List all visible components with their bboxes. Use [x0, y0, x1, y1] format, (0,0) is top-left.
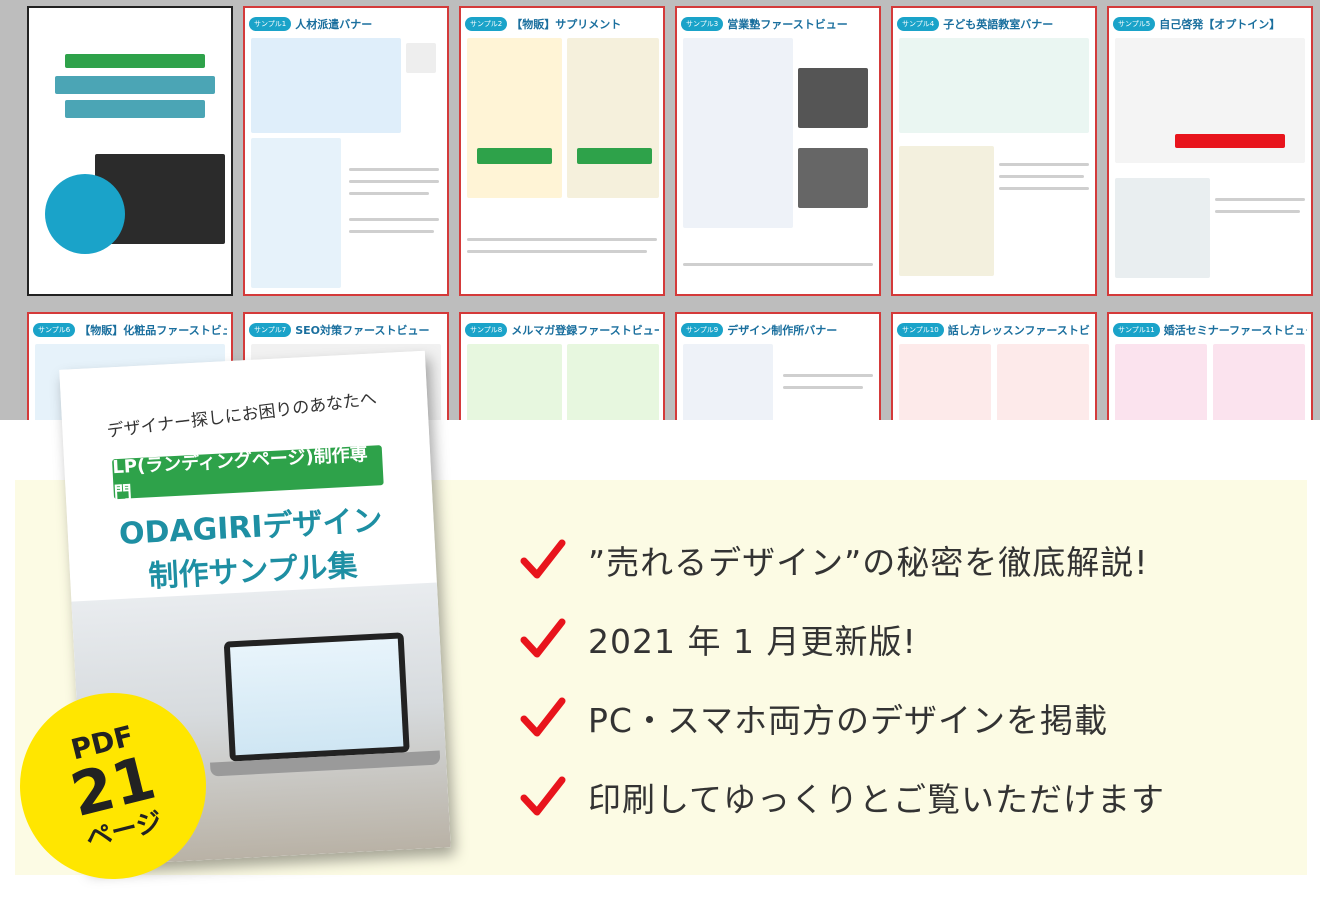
check-icon	[520, 697, 566, 736]
feature-text: 印刷してゆっくりとご覧いただけます	[588, 779, 1166, 819]
sample-title: 自己啓発【オプトイン】	[1159, 18, 1281, 31]
sample-thumbnail: サンプル1 人材派遣バナー	[243, 6, 449, 296]
feature-text: PC・スマホ両方のデザインを掲載	[588, 700, 1108, 740]
sample-title: SEO対策ファーストビュー	[295, 324, 430, 337]
sample-title: 子ども英語教室バナー	[943, 18, 1054, 31]
sample-title: メルマガ登録ファーストビュー	[511, 324, 659, 337]
sample-thumbnail: サンプル10話し方レッスンファーストビュー	[891, 312, 1097, 420]
sample-badge: サンプル8	[465, 323, 508, 337]
sample-thumbnail: サンプル2 【物販】サプリメント	[459, 6, 665, 296]
sample-badge: サンプル10	[897, 323, 944, 337]
sample-thumbnail: サンプル3 営業塾ファーストビュー	[675, 6, 881, 296]
sample-badge: サンプル6	[33, 323, 76, 337]
check-icon	[520, 618, 566, 657]
sample-pages-strip: サンプル1 人材派遣バナー サンプル2 【物販】サプリメント サンプル3 営業塾ファー…	[0, 0, 1320, 420]
sample-title: 【物販】サプリメント	[511, 18, 622, 31]
sample-badge: サンプル9	[681, 323, 724, 337]
sample-thumbnail: サンプル4 子ども英語教室バナー	[891, 6, 1097, 296]
feature-text: ”売れるデザイン”の秘密を徹底解説!	[588, 542, 1149, 582]
laptop-image	[223, 632, 410, 762]
sample-title: 営業塾ファーストビュー	[727, 18, 848, 31]
sample-badge: サンプル2	[465, 17, 508, 31]
sample-title: デザイン制作所バナー	[727, 324, 838, 337]
cover-tag: LP(ランディングページ)制作専門	[112, 444, 384, 504]
sample-title: 人材派遣バナー	[295, 18, 373, 31]
feature-item: 印刷してゆっくりとご覧いただけます	[520, 757, 1300, 836]
feature-text: 2021 年 1 月更新版!	[588, 621, 917, 661]
sample-thumbnail: サンプル9 デザイン制作所バナー	[675, 312, 881, 420]
sample-title: 婚活セミナーファーストビュー	[1163, 324, 1307, 337]
sample-badge: サンプル7	[249, 323, 292, 337]
sample-badge: サンプル4	[897, 17, 940, 31]
sample-thumbnail: サンプル11 婚活セミナーファーストビュー	[1107, 312, 1313, 420]
sample-badge: サンプル11	[1113, 323, 1160, 337]
cover-header: デザイナー探しにお困りのあなたへ LP(ランディングページ)制作専門 ODAGI…	[59, 350, 436, 594]
sample-badge: サンプル5	[1113, 17, 1156, 31]
sample-title: 【物販】化粧品ファーストビュー	[79, 324, 227, 337]
check-icon	[520, 776, 566, 815]
sample-thumbnail: サンプル5 自己啓発【オプトイン】	[1107, 6, 1313, 296]
feature-item: PC・スマホ両方のデザインを掲載	[520, 678, 1300, 757]
feature-item: 2021 年 1 月更新版!	[520, 599, 1300, 678]
cover-subtitle: デザイナー探しにお困りのあなたへ	[105, 388, 378, 442]
feature-item: ”売れるデザイン”の秘密を徹底解説!	[520, 520, 1300, 599]
sample-thumbnail: サンプル8 メルマガ登録ファーストビュー	[459, 312, 665, 420]
sample-title: 話し方レッスンファーストビュー	[947, 324, 1091, 337]
sample-badge: サンプル3	[681, 17, 724, 31]
sample-badge: サンプル1	[249, 17, 292, 31]
sample-thumbnail	[27, 6, 233, 296]
check-icon	[520, 539, 566, 578]
feature-list: ”売れるデザイン”の秘密を徹底解説! 2021 年 1 月更新版! PC・スマホ…	[520, 520, 1300, 836]
